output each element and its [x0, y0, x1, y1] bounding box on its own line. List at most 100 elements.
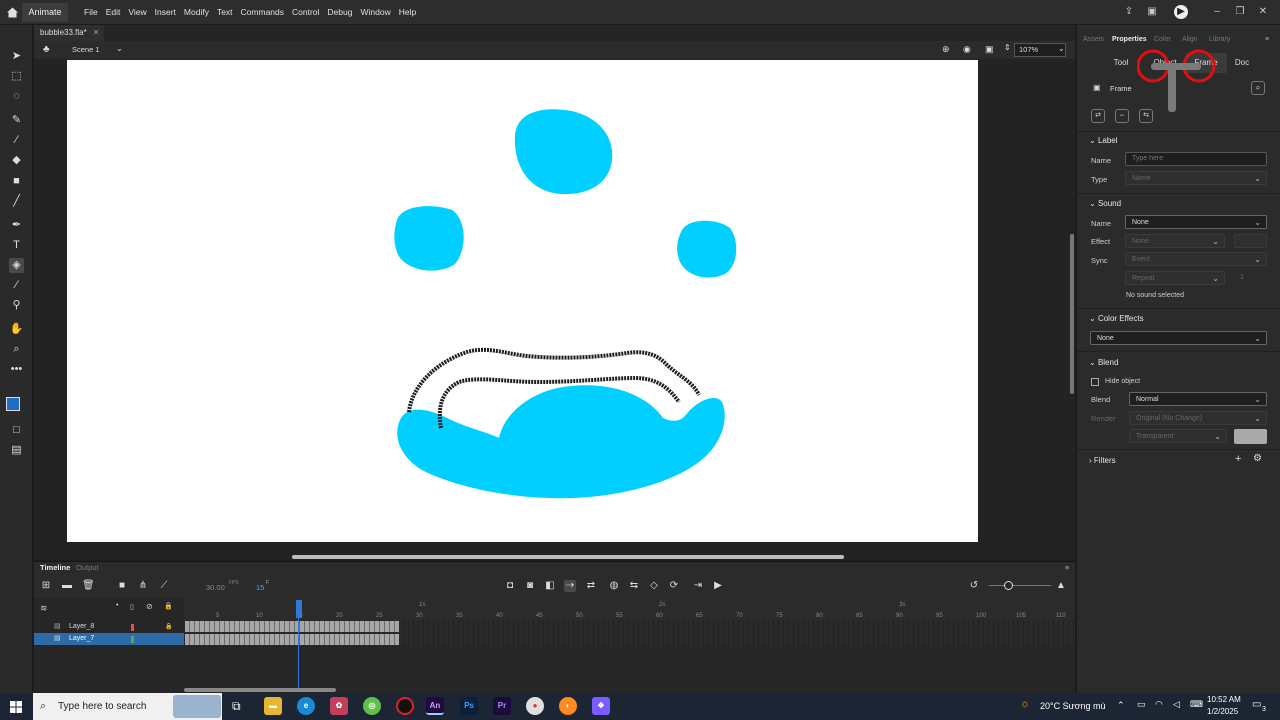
sound-effect-select[interactable]: None ⌄ [1125, 234, 1225, 248]
stage-horizontal-scrollbar[interactable] [34, 554, 1075, 560]
share-icon[interactable]: ⇪ [1122, 5, 1136, 19]
file-explorer-icon[interactable]: ▬ [264, 697, 282, 715]
blend-select[interactable]: Normal ⌄ [1129, 392, 1267, 406]
subtab-doc[interactable]: Doc [1227, 53, 1257, 73]
timeline-scroll-thumb[interactable] [184, 688, 336, 692]
stage-hscroll-thumb[interactable] [292, 555, 844, 559]
app-icon[interactable]: ✿ [330, 697, 348, 715]
tray-chevron-icon[interactable]: ⌃ [1117, 700, 1125, 711]
sound-name-select[interactable]: None ⌄ [1125, 215, 1267, 229]
menu-help[interactable]: Help [395, 0, 420, 25]
stage-vertical-scrollbar[interactable] [1069, 59, 1075, 554]
menu-window[interactable]: Window [356, 0, 394, 25]
label-name-input[interactable] [1125, 152, 1267, 166]
menu-file[interactable]: File [80, 0, 102, 25]
pin-tool-icon[interactable]: ⚲ [9, 298, 24, 313]
timeline-zoom-handle[interactable] [1004, 581, 1013, 590]
app-icon[interactable]: ◎ [363, 697, 381, 715]
label-section-toggle[interactable]: ⌄ Label [1089, 136, 1118, 145]
clock-time[interactable]: 10:52 AM [1207, 695, 1241, 704]
brush-tool-icon[interactable]: ⁄ [9, 133, 24, 148]
scene-dropdown-icon[interactable]: ⌄ [116, 44, 123, 53]
more-tools-icon[interactable]: ••• [9, 362, 24, 377]
layer-parenting-icon[interactable]: ⋔ [137, 580, 149, 592]
copilot-icon[interactable]: ❖ [592, 697, 610, 715]
center-stage-icon[interactable]: ⊕ [942, 44, 950, 55]
sound-section-toggle[interactable]: ⌄ Sound [1089, 199, 1121, 208]
timeline-zoom-slider[interactable] [989, 585, 1051, 586]
render-select[interactable]: Original (No Change) ⌄ [1129, 411, 1267, 425]
new-folder-icon[interactable]: ▬ [61, 580, 73, 592]
text-tool-icon[interactable]: T [9, 238, 24, 253]
selection-tool-icon[interactable]: ➤ [9, 49, 24, 64]
wifi-icon[interactable]: ◠ [1155, 699, 1163, 710]
clock-date[interactable]: 1/2/2025 [1207, 707, 1238, 716]
camera-icon[interactable]: ◉ [963, 44, 971, 55]
menu-commands[interactable]: Commands [237, 0, 288, 25]
menu-insert[interactable]: Insert [151, 0, 180, 25]
layer-color-marker[interactable] [131, 636, 134, 643]
label-type-select[interactable]: Name ⌄ [1125, 171, 1267, 185]
lasso-tool-icon[interactable]: ◌ [9, 89, 24, 104]
layer-name[interactable]: Layer_8 [69, 621, 94, 633]
frame-grid[interactable] [184, 620, 1075, 646]
onion-skin-icon[interactable]: ◍ [608, 580, 620, 592]
restore-icon[interactable]: ❐ [1233, 5, 1247, 19]
paint-bucket-tool-icon[interactable]: ◈ [9, 258, 24, 273]
close-tab-icon[interactable]: ✕ [93, 28, 100, 37]
menu-control[interactable]: Control [288, 0, 323, 25]
snap-icon[interactable]: ▤ [9, 443, 24, 458]
task-view-icon[interactable]: ⧉ [232, 699, 241, 714]
graph-icon[interactable]: ⟋ [158, 580, 170, 592]
premiere-taskbar-icon[interactable]: Pr [493, 697, 511, 715]
test-movie-icon[interactable]: ▶ [1174, 5, 1188, 19]
layer-row-selected[interactable]: ▤ Layer_7 [34, 633, 184, 645]
current-frame-value[interactable]: 15 [256, 583, 264, 592]
layer-row[interactable]: ▤ Layer_8 🔒 [34, 621, 184, 633]
camera-layer-icon[interactable]: ■ [116, 580, 128, 592]
hand-tool-icon[interactable]: ✋ [9, 322, 24, 337]
menu-view[interactable]: View [124, 0, 150, 25]
color-effects-toggle[interactable]: ⌄ Color Effects [1089, 314, 1144, 323]
frame-ruler[interactable]: 5101520253035404550556065707580859095100… [184, 598, 1075, 620]
filters-toggle[interactable]: › Filters [1089, 456, 1116, 465]
playhead[interactable] [296, 598, 302, 694]
home-icon[interactable] [6, 6, 19, 19]
scene-name[interactable]: Scene 1 [72, 45, 100, 54]
notification-icon[interactable]: ▭ [1252, 699, 1261, 710]
play-icon[interactable]: ▶ [712, 580, 724, 592]
lock-icon[interactable]: 🔒 [165, 621, 172, 633]
sound-repeat-count[interactable]: 1 [1240, 274, 1244, 281]
tab-timeline[interactable]: Timeline [40, 562, 70, 574]
eraser-tool-icon[interactable]: ◆ [9, 153, 24, 168]
layer-7-frames[interactable] [185, 634, 399, 645]
insert-frame-icon[interactable]: ◧ [544, 580, 556, 592]
stroke-color-swatch[interactable] [6, 397, 20, 411]
eyedropper-tool-icon[interactable]: ⁄ [9, 278, 24, 293]
free-transform-tool-icon[interactable]: ⬚ [9, 69, 24, 84]
fit-frames-icon[interactable]: ▲ [1055, 580, 1067, 592]
close-icon[interactable]: ✕ [1256, 5, 1270, 19]
weather-text[interactable]: 20°C Sương mù [1040, 701, 1106, 711]
timeline-menu-icon[interactable]: ≡ [1065, 562, 1069, 574]
color-effects-select[interactable]: None ⌄ [1090, 331, 1267, 345]
paint-brush-tool-icon[interactable]: ✎ [9, 113, 24, 128]
layer-color-marker[interactable] [131, 624, 134, 631]
zoom-dropdown-icon[interactable]: ⌄ [1058, 44, 1065, 53]
add-filter-icon[interactable]: + [1235, 453, 1241, 465]
chrome-icon[interactable]: ● [526, 697, 544, 715]
loop-icon[interactable]: ⟳ [668, 580, 680, 592]
frame-option-3-icon[interactable]: ⇆ [1139, 109, 1153, 123]
firefox-icon[interactable]: ◐ [559, 697, 577, 715]
sound-repeat-select[interactable]: Repeat ⌄ [1125, 271, 1225, 285]
hide-all-icon[interactable]: ⊘ [146, 602, 153, 611]
sound-sync-select[interactable]: Event ⌄ [1125, 252, 1267, 266]
zoom-tool-icon[interactable]: ⌕ [9, 342, 24, 357]
layer-8-frames[interactable] [185, 621, 399, 632]
menu-text[interactable]: Text [213, 0, 237, 25]
fit-icon[interactable]: ⇕ [1004, 43, 1011, 52]
fps-value[interactable]: 30.00 [206, 583, 225, 592]
playhead-handle[interactable] [296, 600, 302, 618]
lock-all-icon[interactable]: 🔒 [164, 602, 173, 610]
stage-vscroll-thumb[interactable] [1070, 234, 1074, 394]
